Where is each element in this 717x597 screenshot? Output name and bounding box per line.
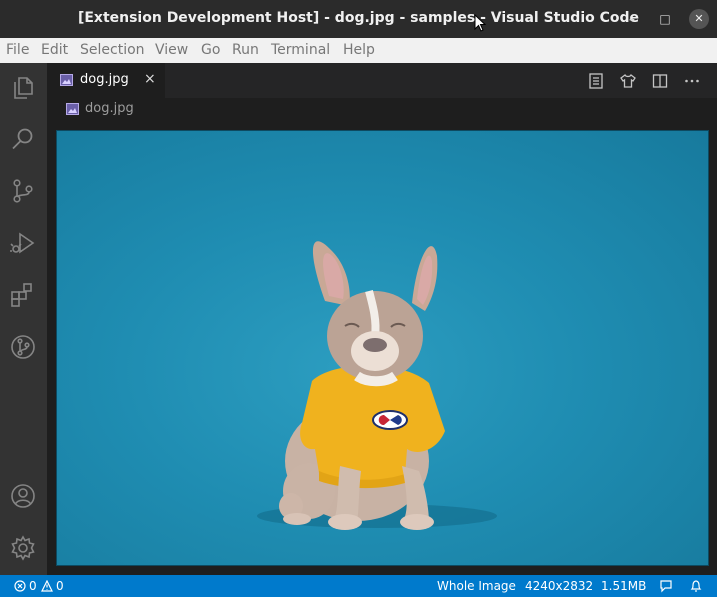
close-window-button[interactable]: ✕ bbox=[689, 9, 709, 29]
status-bar: 0 0 Whole Image 4240x2832 1.51MB bbox=[0, 575, 717, 597]
activity-bar bbox=[0, 63, 47, 575]
menu-help[interactable]: Help bbox=[343, 42, 375, 58]
manage-gear-icon[interactable] bbox=[9, 534, 37, 562]
editor-tabs-bar: dog.jpg × bbox=[47, 63, 717, 98]
tab-close-button[interactable]: × bbox=[144, 71, 156, 87]
error-icon[interactable] bbox=[14, 580, 26, 592]
menu-run[interactable]: Run bbox=[232, 42, 259, 58]
image-file-icon bbox=[66, 103, 79, 115]
image-preview-area bbox=[47, 120, 717, 575]
dog-image[interactable] bbox=[56, 130, 709, 566]
menu-terminal[interactable]: Terminal bbox=[271, 42, 330, 58]
extensions-icon[interactable] bbox=[9, 281, 37, 309]
source-control-icon[interactable] bbox=[9, 177, 37, 205]
dog-illustration bbox=[257, 241, 497, 530]
image-file-size: 1.51MB bbox=[601, 579, 647, 593]
run-debug-icon[interactable] bbox=[9, 229, 37, 257]
search-icon[interactable] bbox=[9, 125, 37, 153]
tab-dog-jpg[interactable]: dog.jpg × bbox=[47, 63, 165, 98]
breadcrumb-item[interactable]: dog.jpg bbox=[85, 101, 134, 116]
menu-bar: File Edit Selection View Go Run Terminal… bbox=[0, 38, 717, 63]
menu-file[interactable]: File bbox=[6, 42, 29, 58]
shirt-icon[interactable] bbox=[619, 72, 637, 90]
breadcrumb: dog.jpg bbox=[47, 98, 717, 120]
warning-count[interactable]: 0 bbox=[56, 579, 64, 593]
error-count[interactable]: 0 bbox=[29, 579, 37, 593]
warning-icon[interactable] bbox=[41, 580, 53, 592]
tab-label: dog.jpg bbox=[80, 72, 129, 87]
split-editor-icon[interactable] bbox=[651, 72, 669, 90]
menu-edit[interactable]: Edit bbox=[41, 42, 68, 58]
more-actions-icon[interactable] bbox=[683, 72, 701, 90]
open-preview-icon[interactable] bbox=[587, 72, 605, 90]
image-file-icon bbox=[60, 74, 73, 86]
title-bar: [Extension Development Host] - dog.jpg -… bbox=[0, 0, 717, 38]
menu-go[interactable]: Go bbox=[201, 42, 220, 58]
feedback-icon[interactable] bbox=[659, 579, 673, 593]
zoom-level[interactable]: Whole Image bbox=[437, 579, 516, 593]
image-dimensions: 4240x2832 bbox=[525, 579, 594, 593]
window-title: [Extension Development Host] - dog.jpg -… bbox=[77, 10, 640, 26]
menu-view[interactable]: View bbox=[155, 42, 188, 58]
explorer-icon[interactable] bbox=[9, 74, 37, 102]
minimize-button[interactable]: – bbox=[622, 9, 642, 29]
mouse-cursor-icon bbox=[474, 14, 486, 32]
git-graph-icon[interactable] bbox=[9, 333, 37, 361]
menu-selection[interactable]: Selection bbox=[80, 42, 145, 58]
maximize-button[interactable]: □ bbox=[655, 9, 675, 29]
notifications-bell-icon[interactable] bbox=[689, 579, 703, 593]
account-icon[interactable] bbox=[9, 482, 37, 510]
